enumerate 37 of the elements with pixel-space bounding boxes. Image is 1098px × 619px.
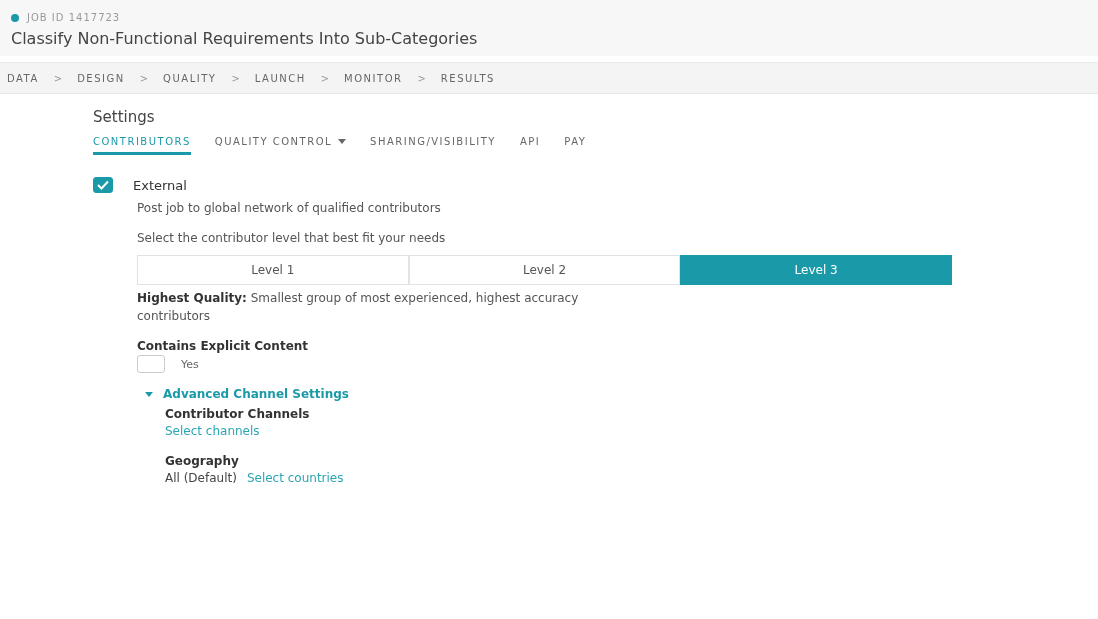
explicit-heading: Contains Explicit Content xyxy=(137,339,310,353)
external-description: Post job to global network of qualified contributors xyxy=(137,201,442,215)
level-option[interactable]: Level 1 xyxy=(137,255,409,285)
breadcrumb-step[interactable]: DESIGN xyxy=(77,72,125,84)
breadcrumb-separator: > xyxy=(417,72,426,84)
settings-heading: Settings xyxy=(93,108,156,126)
geography-heading: Geography xyxy=(165,454,240,468)
settings-tab[interactable]: SHARING/VISIBILITY xyxy=(370,132,496,155)
job-title: Classify Non-Functional Requirements Into Sub-Categories xyxy=(11,29,479,48)
checkbox-label: External xyxy=(133,177,187,193)
breadcrumb-step[interactable]: RESULTS xyxy=(440,72,495,84)
advanced-toggle[interactable]: Advanced Channel Settings xyxy=(137,387,349,401)
level-description: Highest Quality: Smallest group of most experienced, highest accuracy contributors xyxy=(137,290,580,325)
level-option[interactable]: Level 2 xyxy=(408,255,681,285)
breadcrumb-separator: > xyxy=(53,72,63,84)
caret-icon xyxy=(145,391,153,397)
external-checkbox[interactable] xyxy=(93,177,113,193)
explicit-checkbox[interactable] xyxy=(137,355,165,373)
level-prompt: Select the contributor level that best fit your needs xyxy=(137,231,447,245)
breadcrumb-step[interactable]: QUALITY xyxy=(163,72,217,84)
select-countries-link[interactable]: Select countries xyxy=(246,471,344,485)
checkbox-label: Yes xyxy=(181,357,199,371)
level-option[interactable]: Level 3 xyxy=(680,255,952,285)
breadcrumb-separator: > xyxy=(231,72,240,84)
channels-heading: Contributor Channels xyxy=(165,407,311,421)
settings-tab[interactable]: CONTRIBUTORS xyxy=(93,132,191,155)
breadcrumb-step[interactable]: DATA xyxy=(7,72,39,84)
breadcrumb-separator: > xyxy=(139,72,149,84)
breadcrumb-step[interactable]: LAUNCH xyxy=(254,72,306,84)
settings-tab[interactable]: PAY xyxy=(564,132,587,155)
breadcrumb-separator: > xyxy=(320,72,330,84)
breadcrumb-step[interactable]: MONITOR xyxy=(344,72,403,84)
settings-tab[interactable]: QUALITY CONTROL xyxy=(214,132,347,155)
select-channels-link[interactable]: Select channels xyxy=(165,424,1098,438)
settings-tab[interactable]: API xyxy=(519,132,541,155)
job-id: JOB ID 1417723 xyxy=(27,12,121,23)
geography-value: All (Default) xyxy=(165,471,237,485)
